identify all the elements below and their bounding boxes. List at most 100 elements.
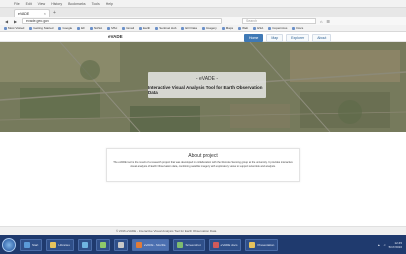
app-icon	[81, 241, 88, 248]
taskbar-item-active[interactable]: eVADE - Mozilla	[131, 238, 170, 251]
taskbar-item[interactable]: Libraries	[46, 238, 74, 251]
taskbar-label: eVADE docs	[220, 242, 238, 247]
bookmark-label: Maps	[225, 26, 234, 30]
bookmark-label: Imagery	[205, 26, 217, 30]
nav-links: Home Map Explorer About	[244, 34, 332, 42]
network-icon[interactable]: ▲	[377, 243, 380, 247]
bookmark-label: Gmail	[126, 26, 135, 30]
menu-view[interactable]: View	[38, 2, 46, 6]
bookmark-icon	[201, 26, 205, 30]
nav-about[interactable]: About	[312, 34, 332, 42]
bookmark-label: MSc	[111, 26, 118, 30]
app-icon	[212, 241, 219, 248]
bookmark-label: Docs	[296, 26, 304, 30]
new-tab-icon[interactable]: +	[53, 10, 56, 16]
nav-home[interactable]: Home	[244, 34, 264, 42]
bookmark-label: Getting Started	[33, 26, 54, 30]
bookmark-item[interactable]: Earth	[139, 26, 150, 30]
app-icon	[24, 241, 30, 248]
search-input[interactable]: Search	[242, 18, 316, 24]
taskbar-label: Presentation	[257, 242, 275, 247]
bookmark-label: ESA	[257, 26, 264, 30]
bookmark-label: Copernicus	[272, 26, 288, 30]
os-taskbar: Start Libraries eVADE - Mozilla Screensh…	[0, 235, 406, 254]
about-project-card: About project The eVADE tool is the resu…	[106, 148, 300, 182]
bookmark-item[interactable]: Getting Started	[29, 26, 53, 30]
hero-banner: - eVADE - Interactive Visual Analysis To…	[0, 42, 406, 132]
volume-icon[interactable]: ♫	[383, 243, 385, 247]
nav-map[interactable]: Map	[266, 34, 284, 42]
back-icon[interactable]: ◀	[4, 19, 9, 24]
taskbar-label: Screenshot	[185, 242, 201, 247]
browser-tabbar: eVADE × +	[0, 8, 406, 17]
nav-explorer[interactable]: Explorer	[286, 34, 310, 42]
bookmark-item[interactable]: Imagery	[201, 26, 217, 30]
taskbar-item[interactable]	[77, 238, 92, 251]
page-footer: © 2016 eVADE - Interactive Visual Analys…	[0, 226, 406, 235]
menu-edit[interactable]: Edit	[26, 2, 32, 6]
bookmark-label: Web	[242, 26, 249, 30]
app-icon	[50, 241, 57, 248]
menu-file[interactable]: File	[14, 2, 20, 6]
menu-icon[interactable]: ☰	[326, 19, 330, 24]
bookmark-item[interactable]: Sentinel Hub	[155, 26, 176, 30]
about-text: The eVADE tool is the result of a resear…	[113, 161, 293, 168]
bookmark-label: Earth	[143, 26, 151, 30]
home-icon[interactable]: ⌂	[320, 19, 322, 24]
start-button[interactable]	[2, 237, 16, 252]
menu-history[interactable]: History	[51, 2, 62, 6]
hero-overlay: - eVADE - Interactive Visual Analysis To…	[148, 72, 266, 98]
app-icon	[249, 241, 256, 248]
bookmark-icon	[253, 26, 257, 30]
bookmark-item[interactable]: EO Data	[181, 26, 197, 30]
app-icon	[177, 241, 184, 248]
taskbar-item[interactable]: eVADE docs	[208, 238, 242, 251]
menu-help[interactable]: Help	[106, 2, 113, 6]
bookmark-icon	[4, 26, 7, 30]
bookmark-item[interactable]: Docs	[292, 26, 303, 30]
bookmark-icon	[221, 26, 225, 30]
taskbar-item[interactable]	[113, 238, 128, 251]
brand-logo[interactable]: eVADE	[108, 34, 123, 39]
bookmark-item[interactable]: Most Visited	[4, 26, 24, 30]
bookmark-icon	[139, 26, 143, 30]
bookmark-item[interactable]: Google	[58, 26, 72, 30]
bookmark-item[interactable]: ESA	[253, 26, 263, 30]
bookmark-icon	[292, 26, 296, 30]
bookmark-icon	[58, 26, 62, 30]
bookmark-icon	[181, 26, 185, 30]
bookmark-item[interactable]: Gmail	[122, 26, 134, 30]
browser-menubar: File Edit View History Bookmarks Tools H…	[0, 0, 406, 8]
bookmarks-bar: Most Visited Getting Started Google EF N…	[0, 25, 406, 32]
bookmark-icon	[268, 26, 272, 30]
search-placeholder: Search	[246, 19, 258, 23]
tab-title: eVADE	[18, 11, 30, 16]
taskbar-item[interactable]: Screenshot	[173, 238, 205, 251]
browser-tab[interactable]: eVADE ×	[14, 9, 50, 17]
bookmark-icon	[155, 26, 159, 30]
bookmark-item[interactable]: Copernicus	[268, 26, 287, 30]
bookmark-item[interactable]: EF	[77, 26, 85, 30]
bookmark-item[interactable]: NASA	[90, 26, 102, 30]
bookmark-item[interactable]: MSc	[107, 26, 117, 30]
taskbar-label: Libraries	[58, 242, 70, 247]
bookmark-label: Most Visited	[8, 26, 25, 30]
about-title: About project	[188, 153, 218, 159]
forward-icon[interactable]: ▶	[13, 19, 18, 24]
taskbar-label: eVADE - Mozilla	[143, 242, 166, 247]
taskbar-item[interactable]: Presentation	[245, 238, 279, 251]
bookmark-item[interactable]: Maps	[221, 26, 234, 30]
bookmark-icon	[29, 26, 33, 30]
hero-title: - eVADE -	[195, 75, 219, 82]
bookmark-item[interactable]: Web	[238, 26, 248, 30]
taskbar-item[interactable]	[95, 238, 110, 251]
menu-tools[interactable]: Tools	[92, 2, 100, 6]
url-bar[interactable]: evade.geo.gov	[22, 18, 222, 24]
firefox-icon	[135, 241, 142, 248]
taskbar-item[interactable]: Start	[20, 238, 43, 251]
bookmark-icon	[238, 26, 242, 30]
close-icon[interactable]: ×	[44, 11, 46, 16]
menu-bookmarks[interactable]: Bookmarks	[68, 2, 86, 6]
bookmark-icon	[107, 26, 111, 30]
app-icon	[99, 241, 106, 248]
